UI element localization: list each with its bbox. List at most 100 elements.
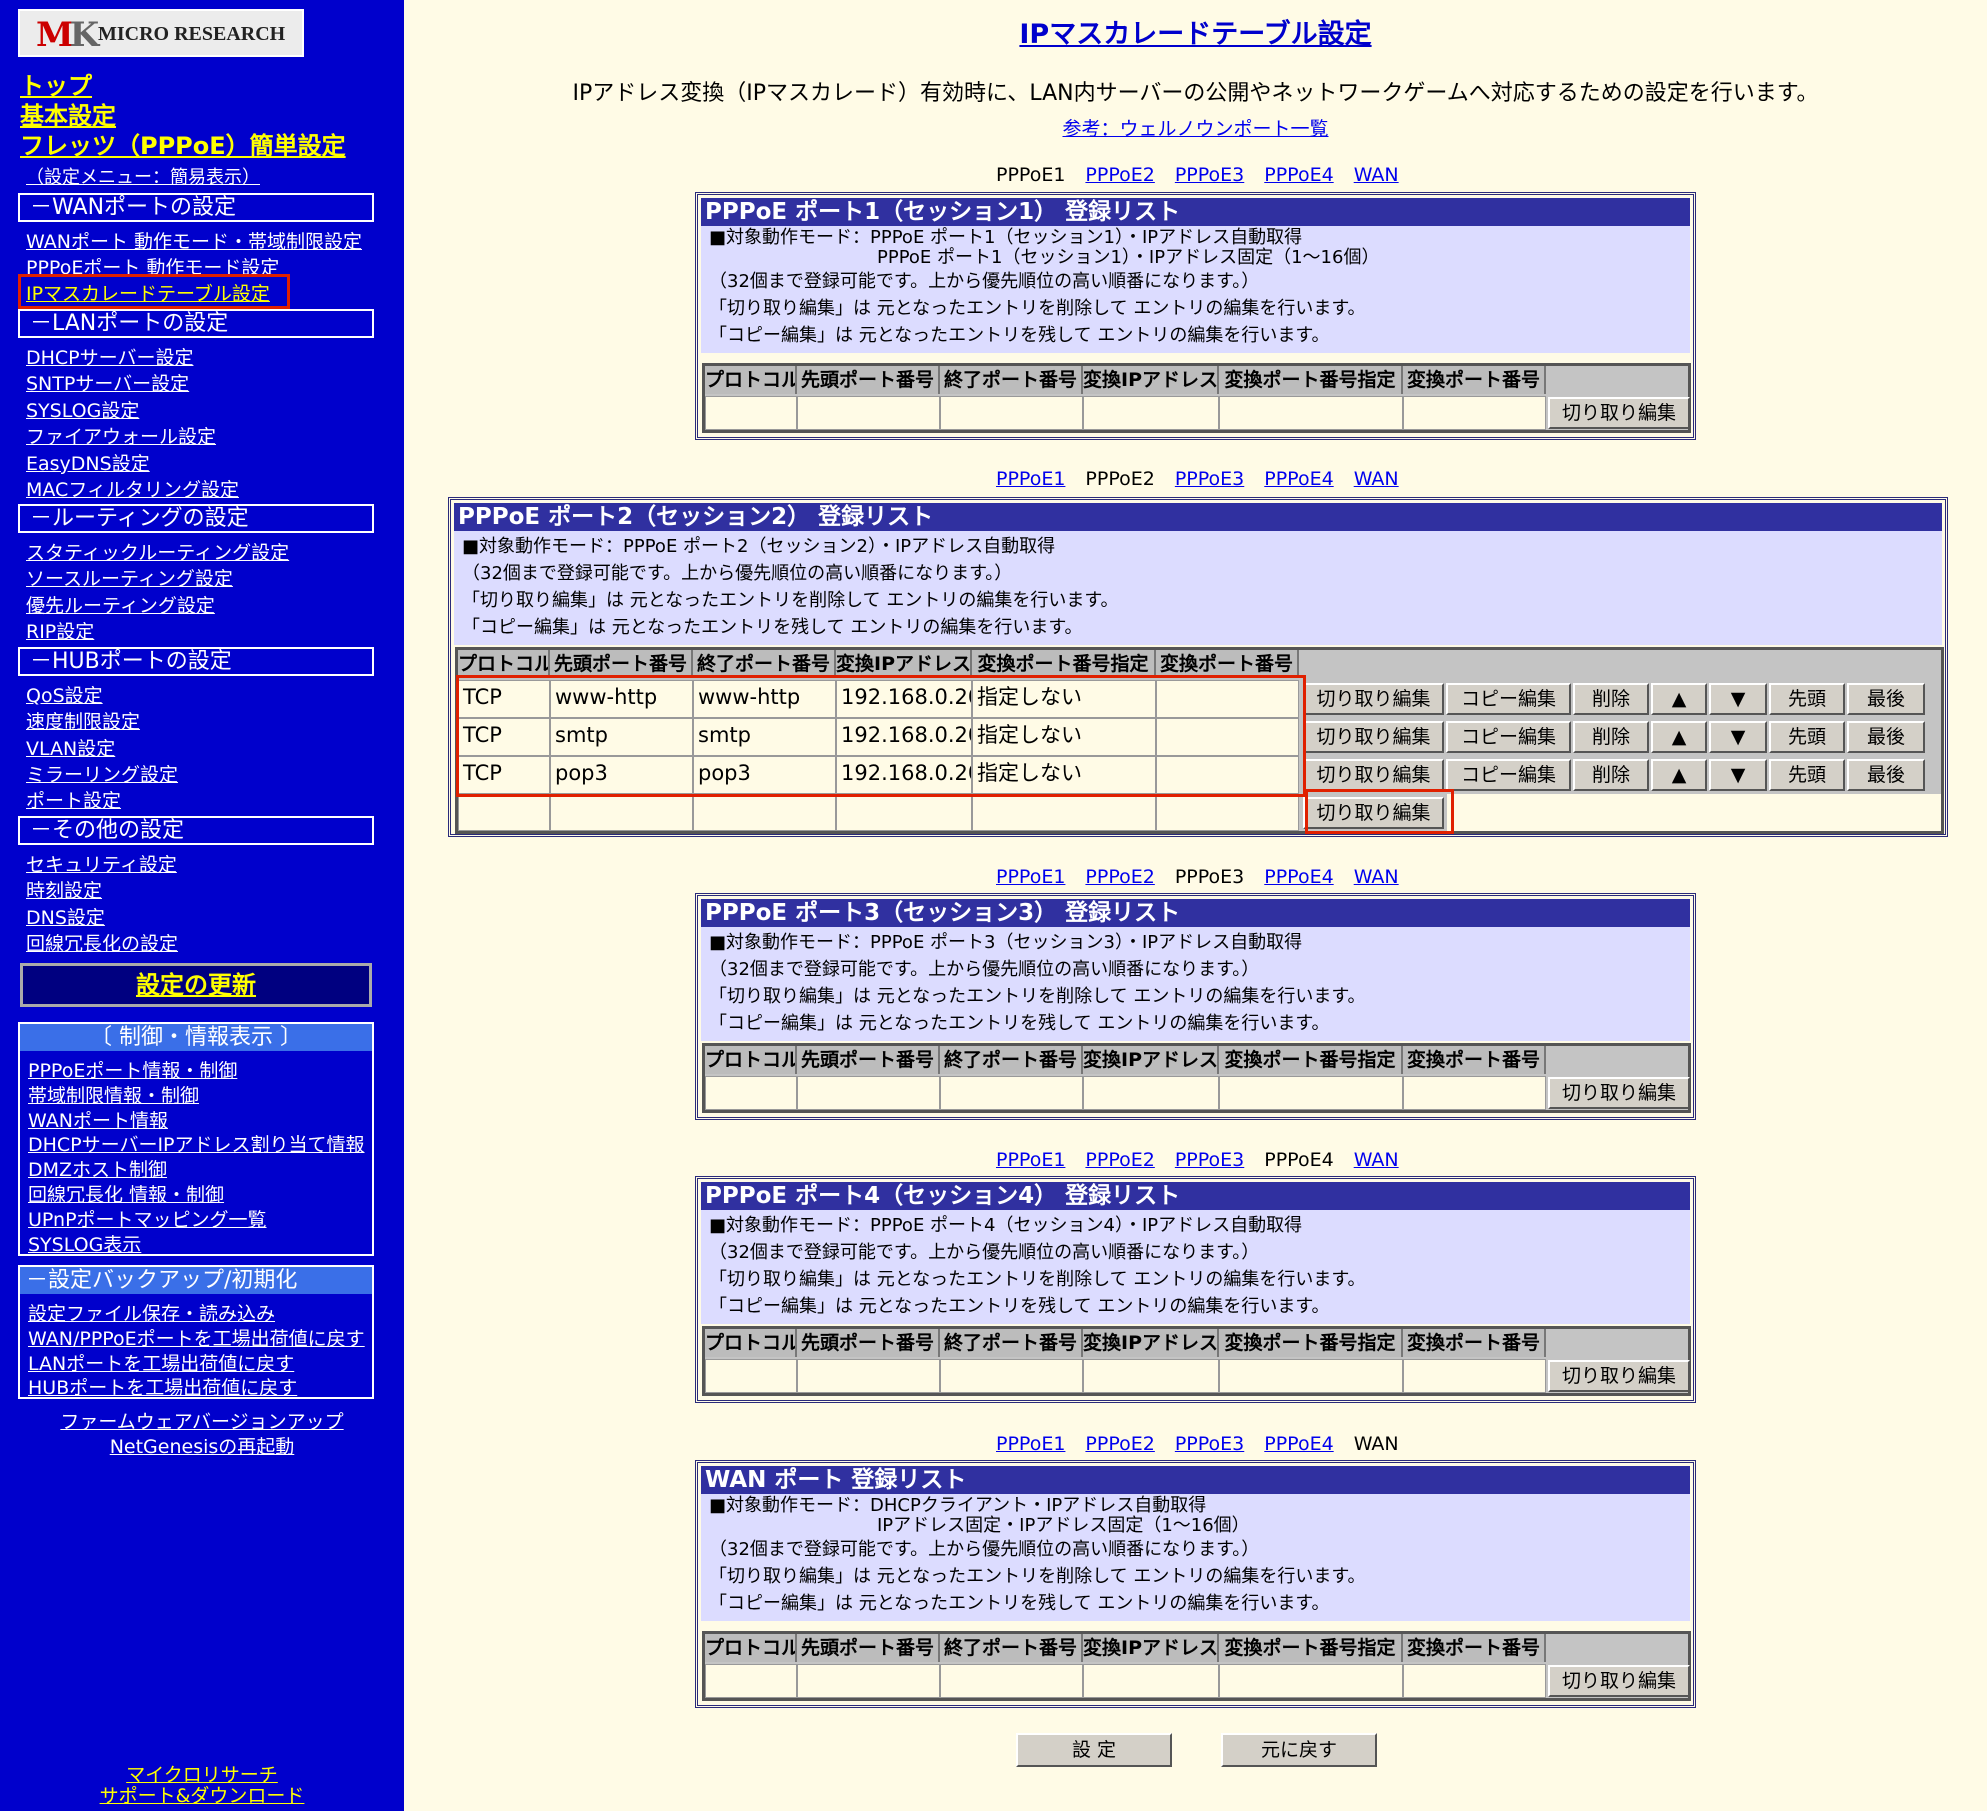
row1-delete-button[interactable]: 削除 — [1573, 683, 1649, 715]
backup-save-load[interactable]: 設定ファイル保存・読み込み — [28, 1299, 275, 1326]
link-flets-easy-setup[interactable]: フレッツ（PPPoE）簡単設定 — [20, 126, 346, 161]
row3-first-button[interactable]: 先頭 — [1769, 759, 1845, 791]
empty-cell — [705, 1076, 797, 1110]
pppoe2-info: ■対象動作モード：PPPoE ポート2（セッション2）・IPアドレス自動取得 （… — [454, 531, 1942, 645]
nav-qos[interactable]: QoS設定 — [26, 681, 103, 708]
nav-vlan[interactable]: VLAN設定 — [26, 734, 115, 761]
tab-wan[interactable]: WAN — [1354, 1149, 1399, 1171]
tab-pppoe1[interactable]: PPPoE1 — [996, 1433, 1065, 1455]
tab-pppoe1[interactable]: PPPoE1 — [996, 866, 1065, 888]
pppoe4-cut-edit-button[interactable]: 切り取り編集 — [1548, 1360, 1690, 1392]
row2-cut-edit-button[interactable]: 切り取り編集 — [1303, 721, 1444, 753]
nav-static-routing[interactable]: スタティックルーティング設定 — [26, 538, 289, 565]
col-ip: 変換IPアドレス — [1083, 1046, 1219, 1074]
ctrl-bandwidth-info[interactable]: 帯域制限情報・制御 — [28, 1081, 199, 1108]
wan-info: ■対象動作モード：DHCPクライアント・IPアドレス自動取得 IPアドレス固定・… — [701, 1494, 1690, 1621]
nav-redundancy[interactable]: 回線冗長化の設定 — [26, 929, 178, 956]
tab-pppoe3[interactable]: PPPoE3 — [1175, 468, 1244, 490]
pppoe4-info: ■対象動作モード：PPPoE ポート4（セッション4）・IPアドレス自動取得 （… — [701, 1210, 1690, 1324]
row3-move-up-button[interactable]: ▲ — [1651, 759, 1707, 791]
nav-source-routing[interactable]: ソースルーティング設定 — [26, 564, 233, 591]
row1-first-button[interactable]: 先頭 — [1769, 683, 1845, 715]
tab-pppoe4[interactable]: PPPoE4 — [1264, 468, 1333, 490]
row2-first-button[interactable]: 先頭 — [1769, 721, 1845, 753]
tab-wan: WAN — [1353, 1433, 1399, 1455]
col-ip: 変換IPアドレス — [1083, 366, 1219, 394]
tab-pppoe3[interactable]: PPPoE3 — [1175, 1433, 1244, 1455]
col-start-port: 先頭ポート番号 — [797, 1046, 940, 1074]
nav-dns[interactable]: DNS設定 — [26, 903, 105, 930]
row1-cut-edit-button[interactable]: 切り取り編集 — [1303, 683, 1444, 715]
row1-copy-edit-button[interactable]: コピー編集 — [1446, 683, 1571, 715]
tab-pppoe3[interactable]: PPPoE3 — [1175, 164, 1244, 186]
footer-support-link[interactable]: サポート&ダウンロード — [0, 1781, 404, 1808]
row3-delete-button[interactable]: 削除 — [1573, 759, 1649, 791]
nav-priority-routing[interactable]: 優先ルーティング設定 — [26, 591, 215, 618]
reset-hub[interactable]: HUBポートを工場出荷値に戻す — [28, 1373, 297, 1400]
ctrl-syslog[interactable]: SYSLOG表示 — [28, 1230, 141, 1257]
row3-move-down-button[interactable]: ▼ — [1709, 759, 1767, 791]
wan-cut-edit-button[interactable]: 切り取り編集 — [1548, 1665, 1690, 1697]
row3-last-button[interactable]: 最後 — [1847, 759, 1925, 791]
row1-move-up-button[interactable]: ▲ — [1651, 683, 1707, 715]
ctrl-dmz[interactable]: DMZホスト制御 — [28, 1155, 167, 1182]
nav-speed-limit[interactable]: 速度制限設定 — [26, 707, 140, 734]
ctrl-upnp[interactable]: UPnPポートマッピング一覧 — [28, 1205, 267, 1232]
tab-wan[interactable]: WAN — [1354, 468, 1399, 490]
tab-pppoe3: PPPoE3 — [1174, 866, 1245, 888]
tab-pppoe3[interactable]: PPPoE3 — [1175, 1149, 1244, 1171]
submit-button[interactable]: 設 定 — [1016, 1733, 1172, 1767]
row1-move-down-button[interactable]: ▼ — [1709, 683, 1767, 715]
tab-pppoe2[interactable]: PPPoE2 — [1085, 1433, 1154, 1455]
tab-wan[interactable]: WAN — [1354, 866, 1399, 888]
tab-pppoe2[interactable]: PPPoE2 — [1085, 164, 1154, 186]
row3-copy-edit-button[interactable]: コピー編集 — [1446, 759, 1571, 791]
ctrl-pppoe-info[interactable]: PPPoEポート情報・制御 — [28, 1056, 237, 1083]
nav-time[interactable]: 時刻設定 — [26, 876, 102, 903]
firmware-upgrade-link[interactable]: ファームウェアバージョンアップ — [0, 1407, 404, 1434]
menu-mode-link[interactable]: （設定メニュー：簡易表示） — [26, 163, 260, 189]
reset-wan-pppoe[interactable]: WAN/PPPoEポートを工場出荷値に戻す — [28, 1324, 365, 1351]
wan-mode-line2: IPアドレス固定・IPアドレス固定（1～16個） — [877, 1515, 1250, 1536]
reset-button[interactable]: 元に戻す — [1221, 1733, 1377, 1767]
empty-cell — [1219, 396, 1403, 430]
ctrl-redundancy[interactable]: 回線冗長化 情報・制御 — [28, 1180, 224, 1207]
tab-pppoe2[interactable]: PPPoE2 — [1085, 1149, 1154, 1171]
nav-sntp-server[interactable]: SNTPサーバー設定 — [26, 369, 189, 396]
row2-move-down-button[interactable]: ▼ — [1709, 721, 1767, 753]
nav-easydns[interactable]: EasyDNS設定 — [26, 449, 150, 476]
row1-last-button[interactable]: 最後 — [1847, 683, 1925, 715]
col-end-port: 終了ポート番号 — [940, 1046, 1083, 1074]
nav-dhcp-server[interactable]: DHCPサーバー設定 — [26, 343, 193, 370]
nav-firewall[interactable]: ファイアウォール設定 — [26, 422, 216, 449]
nav-mirroring[interactable]: ミラーリング設定 — [26, 760, 178, 787]
tab-pppoe4[interactable]: PPPoE4 — [1264, 1433, 1333, 1455]
row2-move-up-button[interactable]: ▲ — [1651, 721, 1707, 753]
nav-syslog[interactable]: SYSLOG設定 — [26, 396, 139, 423]
row3-cut-edit-button[interactable]: 切り取り編集 — [1303, 759, 1444, 791]
row2-last-button[interactable]: 最後 — [1847, 721, 1925, 753]
tab-pppoe4[interactable]: PPPoE4 — [1264, 866, 1333, 888]
pppoe1-cut-edit-button[interactable]: 切り取り編集 — [1548, 397, 1690, 429]
update-settings-button[interactable]: 設定の更新 — [20, 963, 372, 1007]
nav-rip[interactable]: RIP設定 — [26, 617, 94, 644]
mk-logo-mark: MK — [36, 15, 99, 55]
row2-delete-button[interactable]: 削除 — [1573, 721, 1649, 753]
tab-pppoe1[interactable]: PPPoE1 — [996, 468, 1065, 490]
nav-security[interactable]: セキュリティ設定 — [26, 850, 177, 877]
tab-pppoe1[interactable]: PPPoE1 — [996, 1149, 1065, 1171]
tab-wan[interactable]: WAN — [1354, 164, 1399, 186]
tab-pppoe2[interactable]: PPPoE2 — [1085, 866, 1154, 888]
nav-wan-mode[interactable]: WANポート 動作モード・帯域制限設定 — [26, 227, 362, 254]
ctrl-dhcp-assign[interactable]: DHCPサーバーIPアドレス割り当て情報 — [28, 1130, 365, 1157]
tab-pppoe4[interactable]: PPPoE4 — [1264, 164, 1333, 186]
restart-link[interactable]: NetGenesisの再起動 — [0, 1432, 404, 1459]
nav-mac-filter[interactable]: MACフィルタリング設定 — [26, 475, 239, 502]
wellknown-ports-link[interactable]: 参考：ウェルノウンポート一覧 — [1062, 118, 1328, 140]
pppoe3-cut-edit-button[interactable]: 切り取り編集 — [1548, 1077, 1690, 1109]
nav-port[interactable]: ポート設定 — [26, 786, 121, 813]
row2-copy-edit-button[interactable]: コピー編集 — [1446, 721, 1571, 753]
reset-lan[interactable]: LANポートを工場出荷値に戻す — [28, 1349, 294, 1376]
ctrl-wan-info[interactable]: WANポート情報 — [28, 1106, 168, 1133]
micro-research-logo[interactable]: MK MICRO RESEARCH — [18, 9, 304, 57]
